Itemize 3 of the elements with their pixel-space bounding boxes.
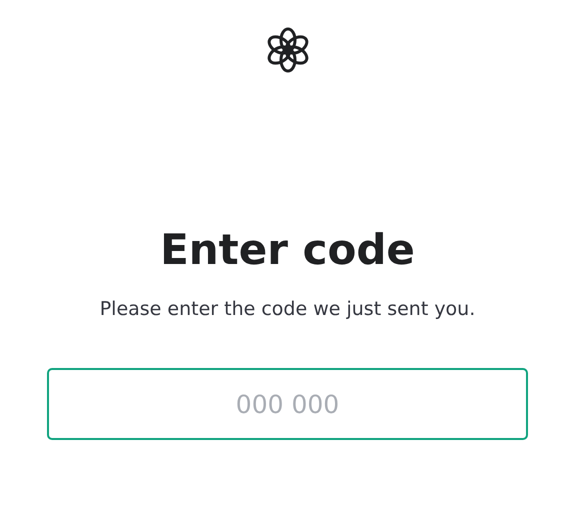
code-field[interactable]: 000 000 (47, 368, 528, 440)
instruction-text: Please enter the code we just sent you. (100, 297, 476, 322)
page-title: Enter code (160, 225, 415, 276)
